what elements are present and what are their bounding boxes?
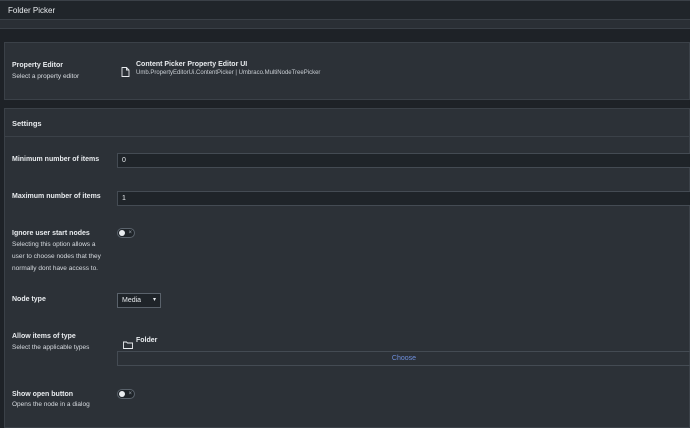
property-editor-selector[interactable]: Content Picker Property Editor UI Umb.Pr… xyxy=(117,60,417,80)
document-icon xyxy=(121,64,130,82)
property-editor-alias: Umb.PropertyEditorUi.ContentPicker | Umb… xyxy=(136,70,321,76)
ignore-start-nodes-desc-3: normally dont have access to. xyxy=(12,265,98,272)
chevron-down-icon: ▾ xyxy=(152,297,156,303)
min-items-label: Minimum number of items xyxy=(12,156,100,163)
node-type-value: Media xyxy=(122,297,142,304)
ignore-start-nodes-desc-1: Selecting this option allows a xyxy=(12,241,96,248)
allow-items-description: Select the applicable types xyxy=(12,344,90,351)
property-editor-name: Content Picker Property Editor UI xyxy=(136,61,248,68)
choose-button[interactable]: Choose xyxy=(117,351,690,366)
settings-divider xyxy=(5,136,689,137)
allowed-item-folder: Folder xyxy=(136,337,158,344)
max-items-input[interactable]: 1 xyxy=(117,191,690,206)
show-open-button-label: Show open button xyxy=(12,391,74,398)
ignore-start-nodes-desc-2: user to choose nodes that they xyxy=(12,253,101,260)
min-items-input[interactable]: 0 xyxy=(117,153,690,168)
show-open-button-toggle[interactable]: × xyxy=(117,389,135,399)
close-icon: × xyxy=(128,230,132,236)
settings-title: Settings xyxy=(12,119,42,128)
max-items-label: Maximum number of items xyxy=(12,193,101,200)
toggle-knob xyxy=(119,230,125,236)
name-input[interactable]: Folder Picker xyxy=(0,0,690,20)
close-icon: × xyxy=(128,391,132,397)
ignore-start-nodes-toggle[interactable]: × xyxy=(117,228,135,238)
settings-panel: Settings Minimum number of items 0 Maxim… xyxy=(4,108,690,428)
node-type-label: Node type xyxy=(12,296,46,303)
allow-items-label: Allow items of type xyxy=(12,333,76,340)
node-type-select[interactable]: Media ▾ xyxy=(117,293,161,308)
property-editor-description: Select a property editor xyxy=(12,73,80,80)
property-editor-label: Property Editor xyxy=(12,62,63,69)
show-open-button-description: Opens the node in a dialog xyxy=(12,401,90,408)
top-bar: Folder Picker xyxy=(0,0,690,29)
toggle-knob xyxy=(119,391,125,397)
ignore-start-nodes-label: Ignore user start nodes xyxy=(12,230,90,237)
property-editor-panel: Property Editor Select a property editor… xyxy=(4,42,690,100)
